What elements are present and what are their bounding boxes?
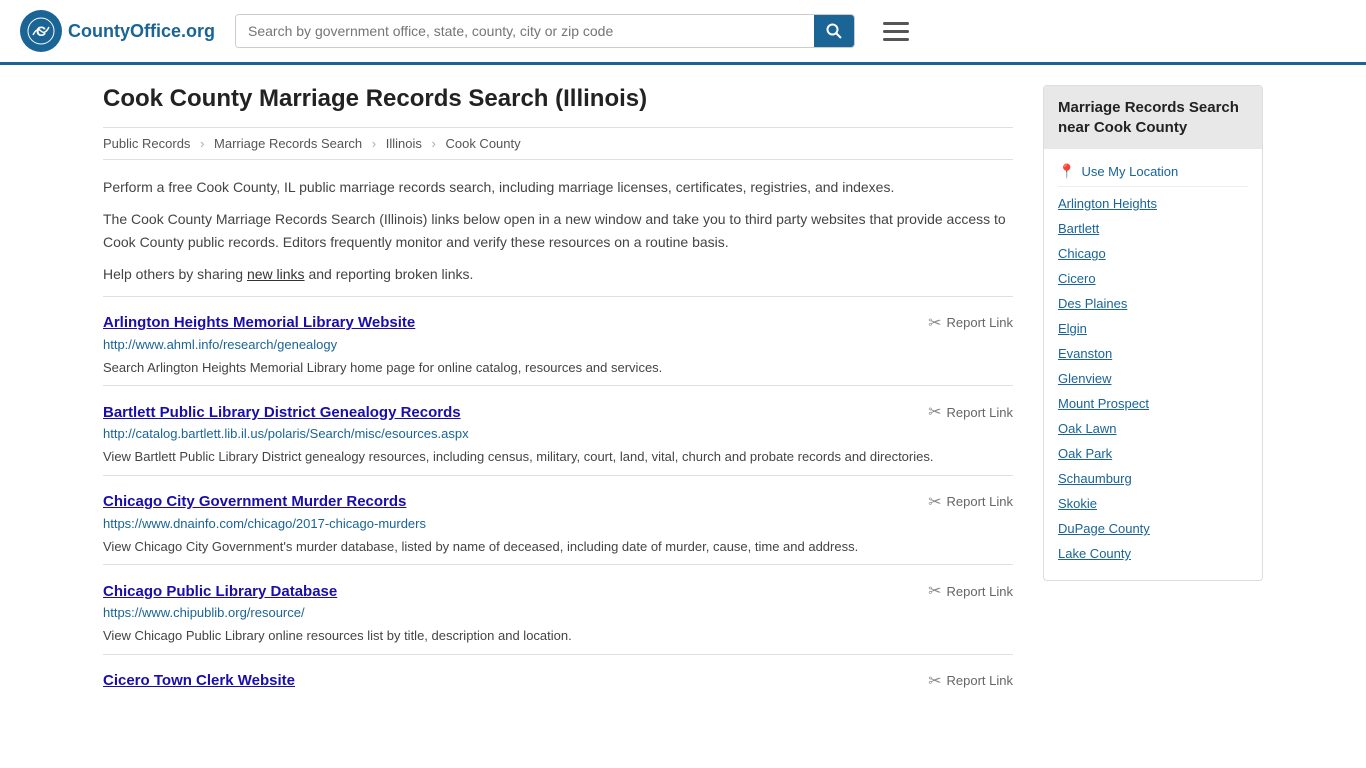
logo-icon: C [20, 10, 62, 52]
result-title[interactable]: Cicero Town Clerk Website [103, 672, 295, 689]
sidebar-link-dupage-county[interactable]: DuPage County [1058, 516, 1248, 541]
new-links-link[interactable]: new links [247, 266, 305, 282]
result-url[interactable]: https://www.dnainfo.com/chicago/2017-chi… [103, 516, 1013, 531]
sidebar-link-evanston[interactable]: Evanston [1058, 341, 1248, 366]
sidebar-link-oak-park[interactable]: Oak Park [1058, 441, 1248, 466]
result-title[interactable]: Chicago City Government Murder Records [103, 493, 406, 510]
hamburger-line-3 [883, 38, 909, 41]
report-link-button[interactable]: ✂ Report Link [928, 671, 1013, 691]
result-card: Bartlett Public Library District Genealo… [103, 385, 1013, 475]
sidebar-header: Marriage Records Search near Cook County [1044, 86, 1262, 149]
result-desc: View Bartlett Public Library District ge… [103, 447, 1013, 467]
result-desc: View Chicago Public Library online resou… [103, 626, 1013, 646]
report-icon: ✂ [928, 671, 941, 691]
search-input[interactable] [236, 15, 814, 47]
logo[interactable]: C CountyOffice.org [20, 10, 215, 52]
result-card: Chicago City Government Murder Records ✂… [103, 475, 1013, 565]
result-desc: View Chicago City Government's murder da… [103, 537, 1013, 557]
description-3: Help others by sharing new links and rep… [103, 263, 1013, 285]
breadcrumb-illinois[interactable]: Illinois [386, 136, 422, 151]
report-link-button[interactable]: ✂ Report Link [928, 492, 1013, 512]
result-title[interactable]: Chicago Public Library Database [103, 583, 337, 600]
breadcrumb-cook-county[interactable]: Cook County [445, 136, 520, 151]
report-link-button[interactable]: ✂ Report Link [928, 581, 1013, 601]
report-icon: ✂ [928, 313, 941, 333]
sidebar-link-mount-prospect[interactable]: Mount Prospect [1058, 391, 1248, 416]
result-title[interactable]: Arlington Heights Memorial Library Websi… [103, 314, 415, 331]
logo-text: CountyOffice.org [68, 21, 215, 42]
sidebar-link-skokie[interactable]: Skokie [1058, 491, 1248, 516]
report-icon: ✂ [928, 581, 941, 601]
result-card: Cicero Town Clerk Website ✂ Report Link [103, 654, 1013, 703]
result-card: Chicago Public Library Database ✂ Report… [103, 564, 1013, 654]
description-1: Perform a free Cook County, IL public ma… [103, 176, 1013, 198]
hamburger-menu-button[interactable] [875, 18, 917, 45]
sidebar-link-arlington-heights[interactable]: Arlington Heights [1058, 191, 1248, 216]
result-card: Arlington Heights Memorial Library Websi… [103, 296, 1013, 386]
result-url[interactable]: http://catalog.bartlett.lib.il.us/polari… [103, 426, 1013, 441]
use-my-location-link[interactable]: 📍 Use My Location [1058, 157, 1248, 187]
sidebar: Marriage Records Search near Cook County… [1043, 85, 1263, 703]
result-url[interactable]: https://www.chipublib.org/resource/ [103, 605, 1013, 620]
sidebar-link-des-plaines[interactable]: Des Plaines [1058, 291, 1248, 316]
search-bar [235, 14, 855, 48]
result-title[interactable]: Bartlett Public Library District Genealo… [103, 404, 461, 421]
report-link-button[interactable]: ✂ Report Link [928, 313, 1013, 333]
hamburger-line-2 [883, 30, 909, 33]
breadcrumb-public-records[interactable]: Public Records [103, 136, 190, 151]
breadcrumb-marriage-records-search[interactable]: Marriage Records Search [214, 136, 362, 151]
sidebar-link-oak-lawn[interactable]: Oak Lawn [1058, 416, 1248, 441]
hamburger-line-1 [883, 22, 909, 25]
search-icon [826, 23, 842, 39]
sidebar-link-bartlett[interactable]: Bartlett [1058, 216, 1248, 241]
location-icon: 📍 [1058, 163, 1075, 180]
report-icon: ✂ [928, 402, 941, 422]
description-2: The Cook County Marriage Records Search … [103, 208, 1013, 253]
sidebar-link-elgin[interactable]: Elgin [1058, 316, 1248, 341]
sidebar-link-cicero[interactable]: Cicero [1058, 266, 1248, 291]
results-list: Arlington Heights Memorial Library Websi… [103, 296, 1013, 703]
sidebar-link-lake-county[interactable]: Lake County [1058, 541, 1248, 566]
breadcrumb: Public Records › Marriage Records Search… [103, 127, 1013, 160]
sidebar-link-glenview[interactable]: Glenview [1058, 366, 1248, 391]
sidebar-link-chicago[interactable]: Chicago [1058, 241, 1248, 266]
report-link-button[interactable]: ✂ Report Link [928, 402, 1013, 422]
sidebar-link-schaumburg[interactable]: Schaumburg [1058, 466, 1248, 491]
report-icon: ✂ [928, 492, 941, 512]
page-title: Cook County Marriage Records Search (Ill… [103, 85, 1013, 113]
result-desc: Search Arlington Heights Memorial Librar… [103, 358, 1013, 378]
result-url[interactable]: http://www.ahml.info/research/genealogy [103, 337, 1013, 352]
search-button[interactable] [814, 15, 854, 47]
